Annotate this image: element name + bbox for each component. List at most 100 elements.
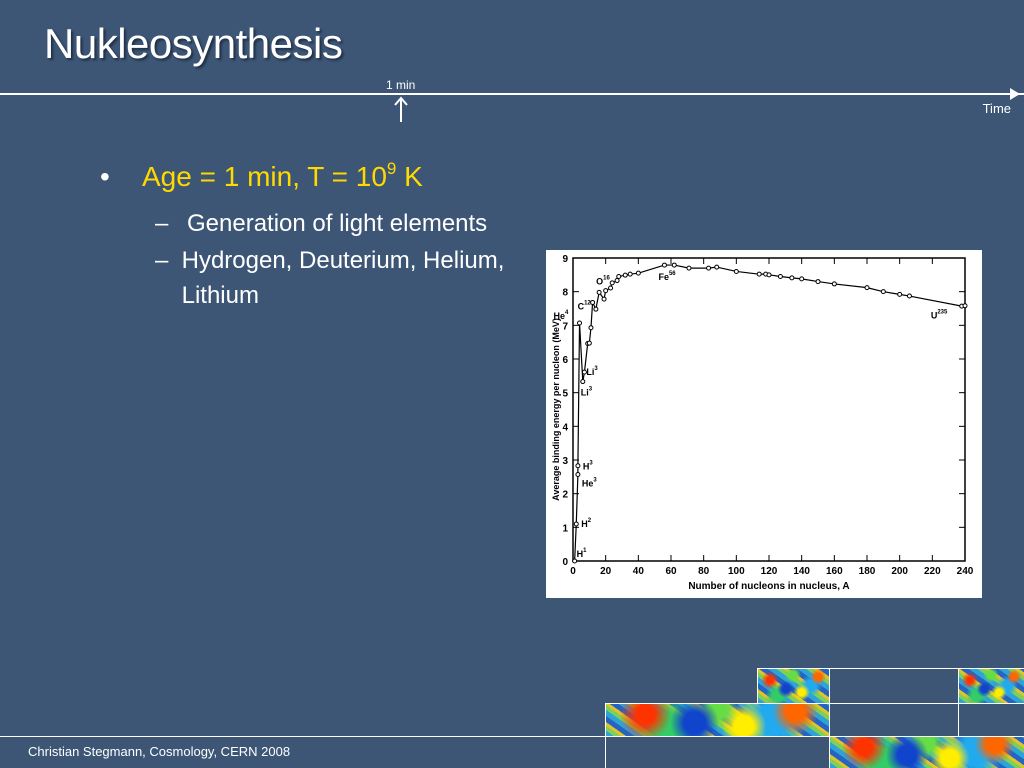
up-arrow-icon [394, 96, 408, 122]
data-point [714, 264, 720, 270]
timeline-axis [0, 93, 1024, 95]
data-point [601, 296, 607, 302]
cmb-map-tile [958, 668, 1024, 703]
data-point [815, 279, 821, 285]
data-point [799, 276, 805, 282]
data-point [572, 558, 578, 564]
bullet-text-unit: K [396, 161, 423, 192]
data-point [614, 278, 620, 284]
bullet-text-main: Age = 1 min, T = 10 [142, 161, 387, 192]
isotope-mass-number: 2 [588, 518, 592, 524]
data-point [671, 262, 677, 268]
x-tick-label: 0 [570, 566, 576, 577]
bullet-superscript: 9 [386, 159, 397, 178]
data-point [590, 299, 596, 305]
isotope-mass-number: 56 [669, 271, 676, 277]
data-point [777, 274, 783, 280]
cmb-map-decoration [605, 668, 1024, 768]
isotope-mass-number: 1 [583, 548, 587, 554]
data-point [588, 325, 594, 331]
timeline-marker-label: 1 min [386, 78, 416, 92]
data-point [593, 306, 599, 312]
y-tick-label: 6 [562, 355, 568, 366]
data-point [575, 471, 581, 477]
timeline-arrowhead-icon [1010, 88, 1020, 100]
sub-bullet-item: – Generation of light elements [155, 206, 520, 241]
timeline-axis-label: Time [982, 101, 1011, 116]
x-tick-label: 120 [761, 566, 778, 577]
isotope-mass-number: 4 [565, 310, 569, 316]
x-tick-label: 80 [698, 566, 710, 577]
data-point [603, 288, 609, 294]
isotope-mass-number: 12 [584, 300, 591, 306]
footer-divider [0, 736, 1024, 737]
isotope-symbol: He [582, 478, 594, 488]
data-point [686, 265, 692, 271]
isotope-mass-number: 3 [593, 477, 597, 483]
grid-line [605, 703, 1024, 704]
y-tick-label: 0 [562, 557, 568, 568]
x-tick-label: 40 [633, 566, 645, 577]
bullet-list: • Age = 1 min, T = 109 K – Generation of… [100, 160, 520, 315]
isotope-label: Fe56 [658, 271, 676, 282]
isotope-mass-number: 3 [589, 461, 593, 467]
bullet-item: • Age = 1 min, T = 109 K [100, 160, 520, 194]
grid-line [757, 668, 758, 703]
sub-bullet-text: Hydrogen, Deuterium, Helium, Lithium [181, 247, 505, 309]
isotope-label: U235 [931, 309, 948, 320]
data-point [627, 271, 633, 277]
x-tick-label: 220 [924, 566, 941, 577]
data-point [906, 293, 912, 299]
data-point [897, 291, 903, 297]
x-tick-label: 200 [891, 566, 908, 577]
data-point [573, 521, 579, 527]
y-tick-label: 5 [562, 389, 568, 400]
data-point [962, 303, 968, 309]
isotope-label: H1 [577, 548, 587, 559]
x-tick-label: 180 [859, 566, 876, 577]
isotope-symbol: O [596, 276, 603, 286]
data-point [789, 275, 795, 281]
isotope-symbol: Li [581, 388, 589, 398]
plot-frame [572, 257, 966, 562]
data-point [608, 285, 614, 291]
y-tick-label: 4 [562, 422, 568, 433]
isotope-mass-number: 235 [937, 309, 948, 315]
x-tick-label: 20 [600, 566, 612, 577]
isotope-symbol: Fe [658, 272, 669, 282]
sub-bullet-text: Generation of light elements [187, 210, 488, 237]
footer-credit: Christian Stegmann, Cosmology, CERN 2008 [28, 744, 291, 759]
data-point [733, 268, 739, 274]
isotope-mass-number: 3 [594, 366, 598, 372]
bullet-dot-icon: • [100, 161, 110, 192]
data-point [635, 270, 641, 276]
data-point [756, 271, 762, 277]
dash-icon: – [155, 210, 169, 237]
sub-bullet-list: – Generation of light elements – Hydroge… [155, 206, 520, 313]
cmb-map-tile [605, 703, 829, 736]
y-tick-label: 2 [562, 490, 568, 501]
x-axis-label: Number of nucleons in nucleus, A [688, 581, 849, 592]
dash-icon: – [155, 247, 169, 274]
data-point [864, 285, 870, 291]
y-tick-label: 7 [562, 321, 568, 332]
binding-energy-chart: 0 20 40 60 80 100 120 140 160 180 200 220 240 0 1 2 3 4 5 6… [546, 250, 982, 598]
slide-title: Nukleosynthesis [44, 20, 343, 67]
y-tick-label: 9 [562, 254, 568, 265]
x-tick-label: 160 [826, 566, 843, 577]
isotope-label: C12 [578, 300, 592, 311]
cmb-map-tile [757, 668, 829, 703]
y-axis-label: Average binding energy per nucleon (MeV) [551, 318, 561, 501]
data-point [831, 281, 837, 287]
isotope-mass-number: 3 [589, 387, 593, 393]
data-point [622, 272, 628, 278]
bullet-text: Age = 1 min, T = 109 K [142, 160, 423, 194]
data-point [661, 262, 667, 268]
isotope-label: Li3 [581, 387, 593, 398]
isotope-label: O16 [596, 275, 610, 286]
x-tick-label: 100 [728, 566, 745, 577]
cmb-map-tile [829, 736, 1024, 768]
sub-bullet-item: – Hydrogen, Deuterium, Helium, Lithium [155, 243, 520, 313]
data-point [577, 320, 583, 326]
data-point [706, 265, 712, 271]
